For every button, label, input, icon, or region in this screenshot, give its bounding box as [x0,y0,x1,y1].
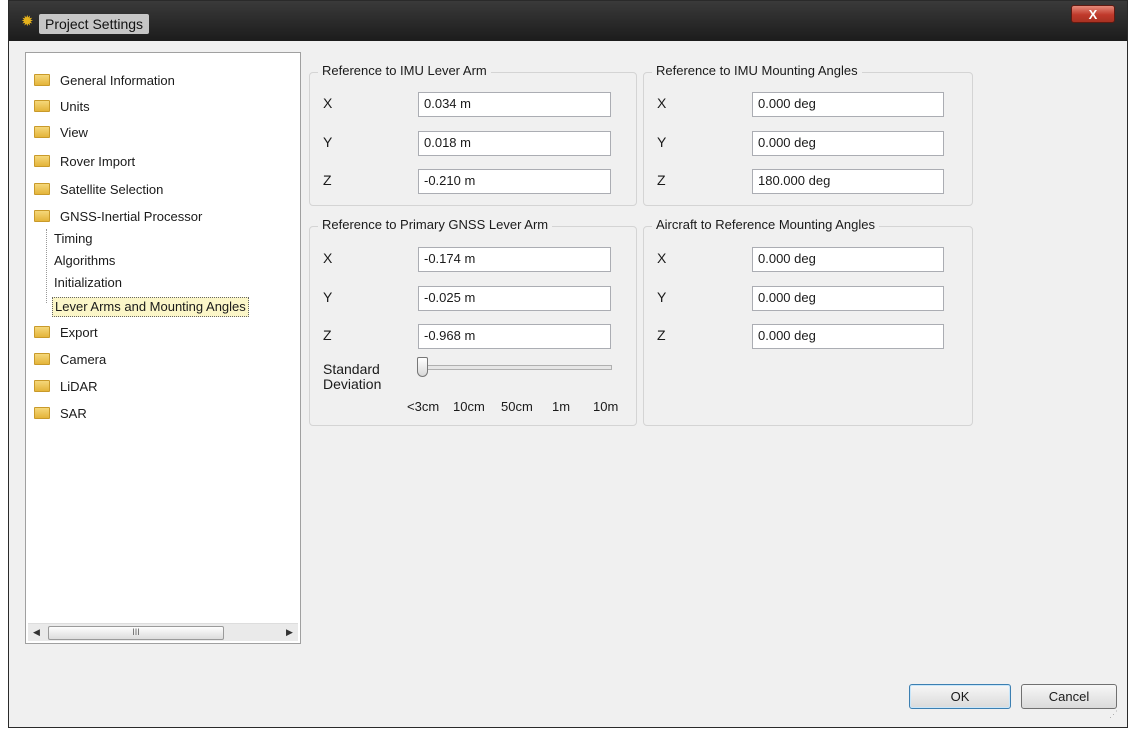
imu-mounting-x-field[interactable]: 0.000 deg [752,92,944,117]
folder-icon [34,380,50,392]
folder-icon [34,407,50,419]
gnss-lever-arm-y-field[interactable]: -0.025 m [418,286,611,311]
slider-tick-label: 1m [552,399,571,414]
tree-item-label: Satellite Selection [60,182,164,197]
group-title: Reference to Primary GNSS Lever Arm [318,217,553,232]
y-label: Y [657,134,667,150]
tree-item-sar[interactable]: SAR [34,404,87,424]
x-label: X [657,95,667,111]
gear-icon: ✹ [21,13,34,30]
settings-tree[interactable]: General Information Units View Rover Imp… [25,52,301,644]
standard-deviation-label: Standard Deviation [323,362,381,392]
tree-item-label: Export [60,325,98,340]
tree-item-algorithms[interactable]: Algorithms [54,252,115,270]
scroll-right-arrow-icon[interactable]: ▶ [281,624,298,641]
group-imu-mounting-angles: Reference to IMU Mounting Angles X Y Z 0… [643,63,973,206]
tree-item-export[interactable]: Export [34,323,98,343]
cancel-button[interactable]: Cancel [1021,684,1117,709]
imu-mounting-z-field[interactable]: 180.000 deg [752,169,944,194]
title-bar[interactable]: ✹ Project Settings X [9,1,1127,41]
std-dev-label-line2: Deviation [323,376,382,392]
group-title: Reference to IMU Mounting Angles [652,63,862,78]
y-label: Y [657,289,667,305]
tree-item-view[interactable]: View [34,123,88,143]
x-label: X [657,250,667,266]
tree-item-units[interactable]: Units [34,97,90,117]
std-dev-slider-thumb[interactable] [417,357,428,377]
y-label: Y [323,134,333,150]
tree-horizontal-scrollbar[interactable]: ◀ III ▶ [28,623,298,641]
imu-mounting-y-field[interactable]: 0.000 deg [752,131,944,156]
tree-item-label: Camera [60,352,107,367]
folder-icon [34,326,50,338]
project-settings-window: ✹ Project Settings X General Information… [8,0,1128,728]
folder-icon [34,100,50,112]
tree-item-label: SAR [60,406,87,421]
tree-item-camera[interactable]: Camera [34,350,106,370]
group-imu-lever-arm: Reference to IMU Lever Arm X Y Z 0.034 m… [309,63,637,206]
x-label: X [323,250,333,266]
tree-item-label: Units [60,99,90,114]
group-aircraft-mounting-angles: Aircraft to Reference Mounting Angles X … [643,217,973,426]
close-button[interactable]: X [1071,5,1115,23]
group-gnss-lever-arm: Reference to Primary GNSS Lever Arm X Y … [309,217,637,426]
tree-item-satellite-selection[interactable]: Satellite Selection [34,180,163,200]
slider-tick-label: 10cm [453,399,485,414]
gnss-lever-arm-z-field[interactable]: -0.968 m [418,324,611,349]
z-label: Z [323,172,332,188]
folder-icon [34,74,50,86]
window-title: Project Settings [39,14,150,34]
tree-item-label: General Information [60,73,175,88]
folder-icon [34,155,50,167]
folder-icon [34,183,50,195]
tree-item-label: Algorithms [54,253,116,268]
y-label: Y [323,289,333,305]
tree-item-lever-arms-and-mounting-angles[interactable]: Lever Arms and Mounting Angles [52,297,249,317]
tree-item-label: GNSS-Inertial Processor [60,209,203,224]
z-label: Z [657,327,666,343]
tree-item-timing[interactable]: Timing [54,230,93,248]
dialog-body: General Information Units View Rover Imp… [17,44,1121,721]
std-dev-slider-track[interactable] [418,365,612,370]
imu-lever-arm-x-field[interactable]: 0.034 m [418,92,611,117]
z-label: Z [657,172,666,188]
aircraft-mounting-y-field[interactable]: 0.000 deg [752,286,944,311]
tree-item-lidar[interactable]: LiDAR [34,377,98,397]
tree-item-general-information[interactable]: General Information [34,71,175,91]
x-label: X [323,95,333,111]
folder-icon [34,210,50,222]
tree-connector-line [46,229,47,303]
tree-item-rover-import[interactable]: Rover Import [34,152,135,172]
scroll-thumb[interactable]: III [48,626,224,640]
slider-tick-label: <3cm [407,399,440,414]
slider-tick-label: 10m [593,399,619,414]
tree-item-label: LiDAR [60,379,98,394]
tree-item-label: Rover Import [60,154,136,169]
scroll-left-arrow-icon[interactable]: ◀ [28,624,45,641]
resize-grip-icon[interactable]: ⋰ [1109,709,1119,719]
slider-tick-label: 50cm [501,399,533,414]
tree-item-label: Timing [54,231,93,246]
imu-lever-arm-z-field[interactable]: -0.210 m [418,169,611,194]
aircraft-mounting-x-field[interactable]: 0.000 deg [752,247,944,272]
folder-icon [34,353,50,365]
ok-button[interactable]: OK [909,684,1011,709]
tree-item-label: Lever Arms and Mounting Angles [55,299,246,314]
tree-item-initialization[interactable]: Initialization [54,274,122,292]
z-label: Z [323,327,332,343]
tree-item-gnss-inertial-processor[interactable]: GNSS-Inertial Processor [34,207,202,227]
tree-item-label: View [60,125,88,140]
group-title: Aircraft to Reference Mounting Angles [652,217,879,232]
imu-lever-arm-y-field[interactable]: 0.018 m [418,131,611,156]
group-title: Reference to IMU Lever Arm [318,63,491,78]
tree-item-label: Initialization [54,275,122,290]
folder-icon [34,126,50,138]
gnss-lever-arm-x-field[interactable]: -0.174 m [418,247,611,272]
std-dev-label-line1: Standard [323,361,380,377]
aircraft-mounting-z-field[interactable]: 0.000 deg [752,324,944,349]
